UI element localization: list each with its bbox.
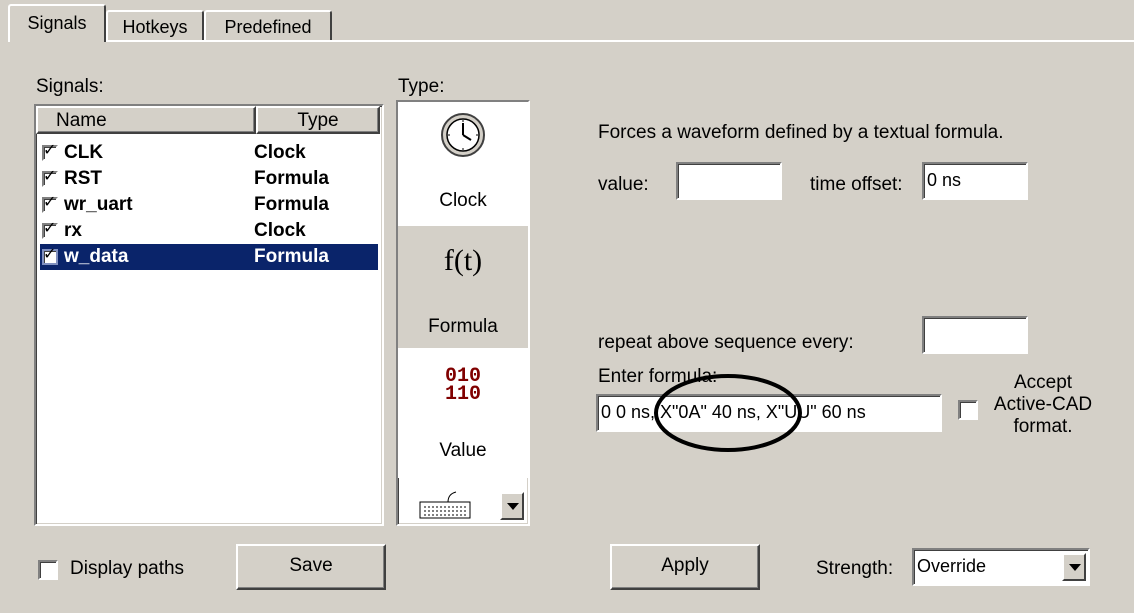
apply-button[interactable]: Apply — [610, 544, 760, 590]
list-item[interactable]: ✓ wr_uart Formula — [40, 192, 378, 218]
signals-label: Signals: — [36, 76, 104, 97]
signal-checkbox[interactable]: ✓ — [42, 220, 58, 239]
accept-format-label: Accept Active-CAD format. — [988, 372, 1098, 438]
signal-type: Formula — [254, 168, 329, 189]
type-option-label: Formula — [428, 316, 498, 337]
signal-type: Clock — [254, 220, 306, 241]
repeat-input[interactable] — [922, 316, 1028, 354]
signal-type: Formula — [254, 246, 329, 267]
tab-predefined[interactable]: Predefined — [204, 10, 332, 40]
type-label: Type: — [398, 76, 445, 97]
signal-checkbox[interactable]: ✓ — [42, 168, 58, 187]
time-offset-label: time offset: — [810, 174, 903, 195]
signal-checkbox[interactable]: ✓ — [42, 246, 58, 265]
list-item[interactable]: ✓ rx Clock — [40, 218, 378, 244]
binary-value-icon-row: 110 — [444, 383, 481, 406]
value-input[interactable] — [676, 162, 782, 200]
tab-divider — [8, 40, 1134, 42]
formula-icon: f(t) — [443, 244, 483, 277]
type-option-clock[interactable]: Clock — [398, 102, 528, 226]
repeat-label: repeat above sequence every: — [598, 332, 854, 353]
keyboard-icon — [419, 491, 471, 519]
signal-type: Clock — [254, 142, 306, 163]
signal-name: wr_uart — [64, 194, 133, 215]
column-header-name[interactable]: Name — [36, 106, 256, 134]
display-paths-checkbox[interactable] — [38, 560, 58, 580]
column-header-type[interactable]: Type — [256, 106, 380, 134]
type-more-dropdown-button[interactable] — [500, 492, 524, 520]
signal-name: CLK — [64, 142, 104, 163]
tab-hotkeys[interactable]: Hotkeys — [106, 10, 204, 40]
type-option-value[interactable]: 010 110 Value — [398, 348, 528, 478]
highlight-ellipse — [654, 374, 802, 452]
type-selector[interactable]: Clock f(t) Formula 010 110 Value — [396, 100, 530, 526]
list-item-selected[interactable]: ✓ w_data Formula — [40, 244, 378, 270]
display-paths-label: Display paths — [70, 558, 185, 579]
type-option-label: Clock — [439, 190, 487, 211]
tab-signals[interactable]: Signals — [8, 4, 106, 42]
accept-format-label-line: format. — [1013, 416, 1073, 437]
signal-checkbox[interactable]: ✓ — [42, 142, 58, 161]
strength-label: Strength: — [816, 558, 894, 579]
description-text: Forces a waveform defined by a textual f… — [598, 122, 1004, 143]
accept-format-checkbox[interactable] — [958, 400, 978, 420]
list-item[interactable]: ✓ CLK Clock — [40, 140, 378, 166]
signals-list[interactable]: Name Type ✓ CLK Clock ✓ RST Formula ✓ wr… — [34, 104, 384, 526]
signal-name: RST — [64, 168, 102, 189]
accept-format-label-line: Accept — [1013, 372, 1073, 393]
signal-checkbox[interactable]: ✓ — [42, 194, 58, 213]
type-option-formula[interactable]: f(t) Formula — [398, 226, 528, 348]
accept-format-label-line: Active-CAD — [993, 394, 1093, 415]
signal-type: Formula — [254, 194, 329, 215]
value-label: value: — [598, 174, 649, 195]
list-item[interactable]: ✓ RST Formula — [40, 166, 378, 192]
strength-dropdown-button[interactable] — [1062, 553, 1086, 581]
signal-name: rx — [64, 220, 82, 241]
type-option-label: Value — [439, 440, 487, 461]
signal-name: w_data — [64, 246, 129, 267]
binary-value-icon: 010 110 — [398, 367, 528, 406]
clock-icon — [441, 113, 485, 157]
time-offset-input[interactable]: 0 ns — [922, 162, 1028, 200]
save-button[interactable]: Save — [236, 544, 386, 590]
